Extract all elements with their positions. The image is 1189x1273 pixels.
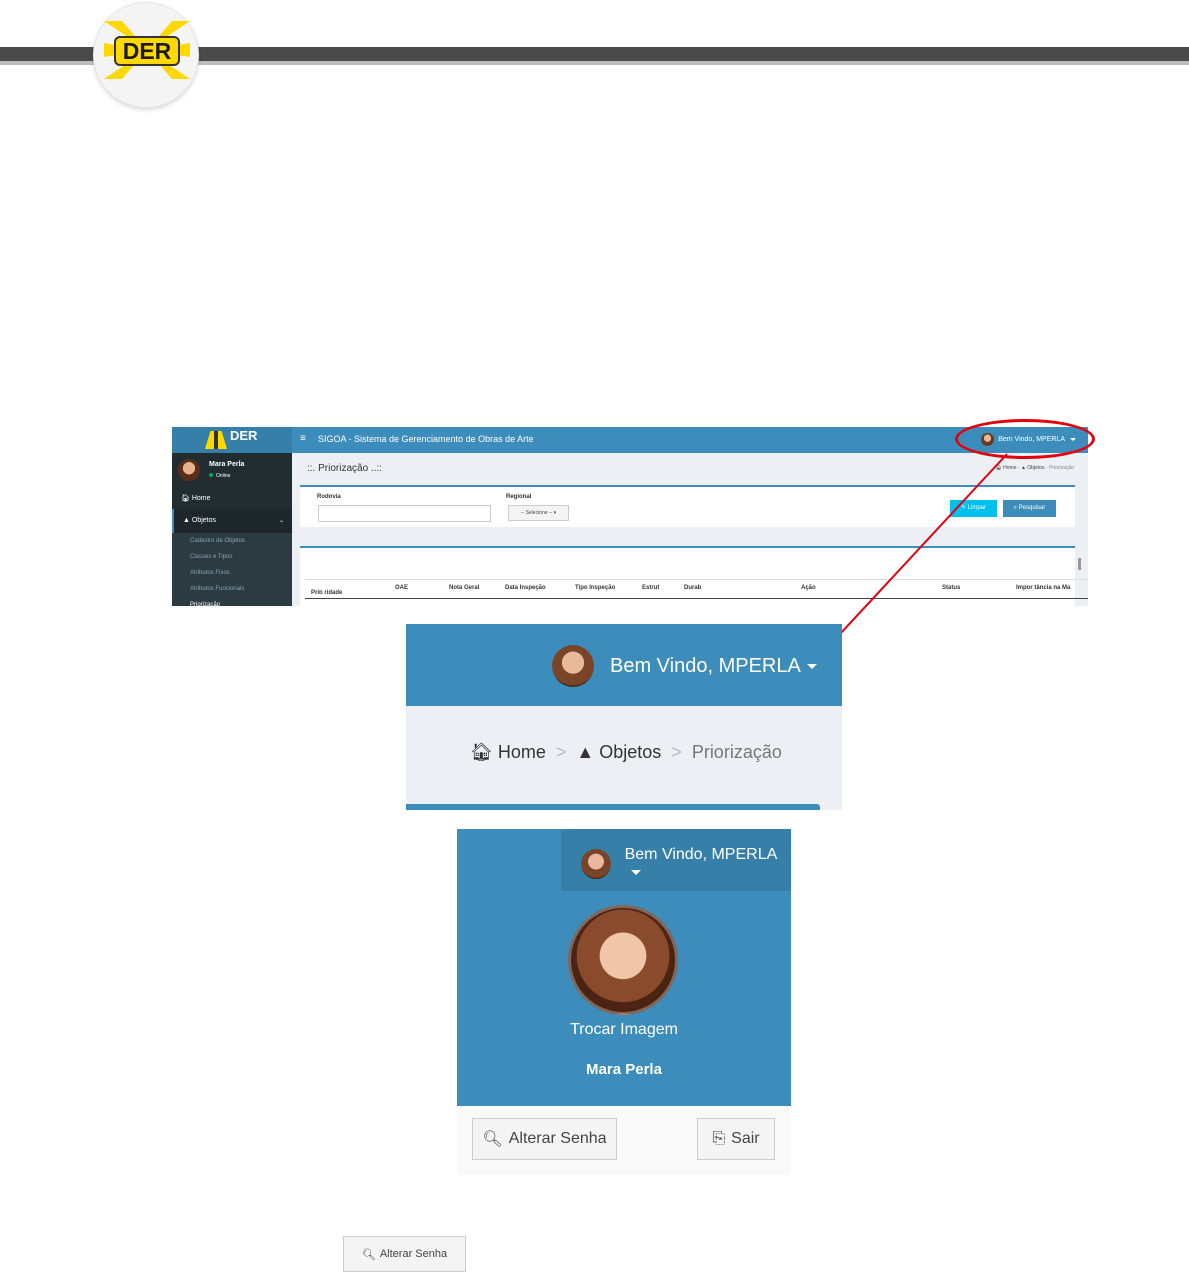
sidebar-item-home[interactable]: 🏠︎ Home — [172, 491, 292, 507]
sidebar-item-label: Objetos — [191, 517, 217, 524]
column-header-nota-geral[interactable]: Nota Geral — [449, 585, 479, 591]
der-logo: DER — [93, 2, 199, 108]
column-header-oae[interactable]: OAE — [395, 585, 408, 591]
zoomed-top-navbar: Bem Vindo, MPERLA — [406, 624, 842, 706]
online-status: Online — [209, 473, 230, 479]
regional-select[interactable]: -- Selecione -- ▾ — [508, 505, 569, 521]
page-title: ::. Priorização ..:: — [307, 463, 383, 474]
user-full-name: Mara Perla — [586, 1061, 662, 1078]
der-logo-text: DER — [114, 36, 180, 66]
column-header-data-inspecao[interactable]: Data Inspeção — [505, 585, 546, 591]
user-dropdown-footer: 🔍︎ Alterar Senha ⎘ Sair — [457, 1106, 791, 1175]
change-password-button-sample[interactable]: 🔍︎ Alterar Senha — [343, 1236, 466, 1272]
user-menu-label: Bem Vindo, MPERLA — [624, 846, 778, 863]
app-logo-text: DER — [230, 428, 258, 443]
key-icon: 🔍︎ — [361, 1248, 376, 1261]
sort-icon[interactable]: ↓½ — [315, 590, 323, 596]
home-icon: 🏠︎ — [470, 742, 493, 762]
caret-down-icon — [630, 870, 641, 876]
sidebar-subitem-priorizacao[interactable]: Priorização — [172, 597, 292, 606]
sidebar-subitem-classes[interactable]: Classes e Tipos — [172, 549, 292, 565]
user-avatar — [552, 645, 594, 687]
logout-label: Sair — [731, 1130, 760, 1147]
sidebar-item-objetos[interactable]: ▲ Objetos ⌄ — [172, 509, 292, 533]
menu-toggle-icon[interactable]: ≡ — [300, 433, 306, 444]
breadcrumb-current: Priorização — [691, 742, 782, 762]
breadcrumb-home[interactable]: 🏠︎ Home — [470, 742, 546, 763]
breadcrumb-current: Priorização — [1048, 465, 1074, 471]
user-menu-toggle[interactable]: Bem Vindo, MPERLA — [581, 846, 791, 882]
rodovia-label: Rodovia — [317, 494, 341, 500]
user-dropdown-header: Trocar Imagem Mara Perla — [457, 891, 791, 1106]
sidebar-item-label: Home — [191, 495, 211, 502]
column-header-tipo-inspecao[interactable]: Tipo Inspeção — [575, 585, 615, 591]
caret-down-icon: ▾ — [553, 510, 557, 516]
sidebar-subitem-atributos-fixos[interactable]: Atributos Fixos — [172, 565, 292, 581]
regional-label: Regional — [506, 494, 532, 500]
logout-button[interactable]: ⎘ Sair — [697, 1118, 775, 1160]
sidebar-subitem-atributos-funcionais[interactable]: Atributos Funcionais — [172, 581, 292, 597]
user-avatar — [581, 849, 611, 879]
breadcrumb-separator: > — [671, 742, 682, 762]
home-icon: 🏠︎ — [181, 495, 190, 502]
horizontal-scroll-handle[interactable] — [1078, 558, 1081, 570]
user-profile-image[interactable] — [568, 905, 678, 1015]
breadcrumb: 🏠︎ Home > ▲ Objetos > Priorização — [470, 742, 782, 763]
user-menu-label: Bem Vindo, MPERLA — [610, 654, 801, 677]
regional-select-value: -- Selecione -- — [520, 510, 553, 516]
sidebar-user-name: Mara Perla — [209, 461, 245, 468]
user-menu-toggle[interactable]: Bem Vindo, MPERLA — [552, 645, 817, 687]
zoomed-header-screenshot: Bem Vindo, MPERLA 🏠︎ Home > ▲ Objetos > … — [406, 624, 842, 810]
caret-down-icon — [806, 663, 817, 669]
sidebar: Mara Perla Online 🏠︎ Home ▲ Objetos ⌄ Ca… — [172, 453, 292, 606]
sidebar-avatar — [178, 459, 200, 481]
breadcrumb-objetos[interactable]: ▲ Objetos — [576, 742, 661, 763]
change-password-label: Alterar Senha — [508, 1130, 607, 1147]
user-dropdown-screenshot: Bem Vindo, MPERLA Trocar Imagem Mara Per… — [457, 829, 791, 1175]
app-logo[interactable]: DER — [172, 427, 292, 453]
sign-out-icon: ⎘ — [712, 1130, 726, 1147]
app-title: SIGOA - Sistema de Gerenciamento de Obra… — [318, 434, 534, 444]
sidebar-subitem-cadastro[interactable]: Cadastro de Objetos — [172, 533, 292, 549]
change-image-link[interactable]: Trocar Imagem — [457, 1021, 791, 1039]
column-header-durab[interactable]: Durab — [684, 585, 701, 591]
road-icon: ▲ — [576, 742, 595, 762]
key-icon: 🔍︎ — [482, 1131, 503, 1148]
change-password-sample-label: Alterar Senha — [379, 1248, 448, 1260]
dropdown-navbar: Bem Vindo, MPERLA — [457, 829, 791, 891]
user-panel: Mara Perla Online — [172, 453, 292, 491]
road-icon: ▲ — [183, 517, 190, 524]
change-password-button[interactable]: 🔍︎ Alterar Senha — [472, 1118, 617, 1160]
road-logo-icon — [205, 431, 227, 449]
column-header-estrut[interactable]: Estrut — [642, 585, 659, 591]
breadcrumb-separator: > — [555, 742, 567, 762]
rodovia-input[interactable] — [318, 505, 491, 522]
content-box-top-border — [406, 804, 820, 810]
chevron-down-icon: ⌄ — [278, 518, 284, 524]
